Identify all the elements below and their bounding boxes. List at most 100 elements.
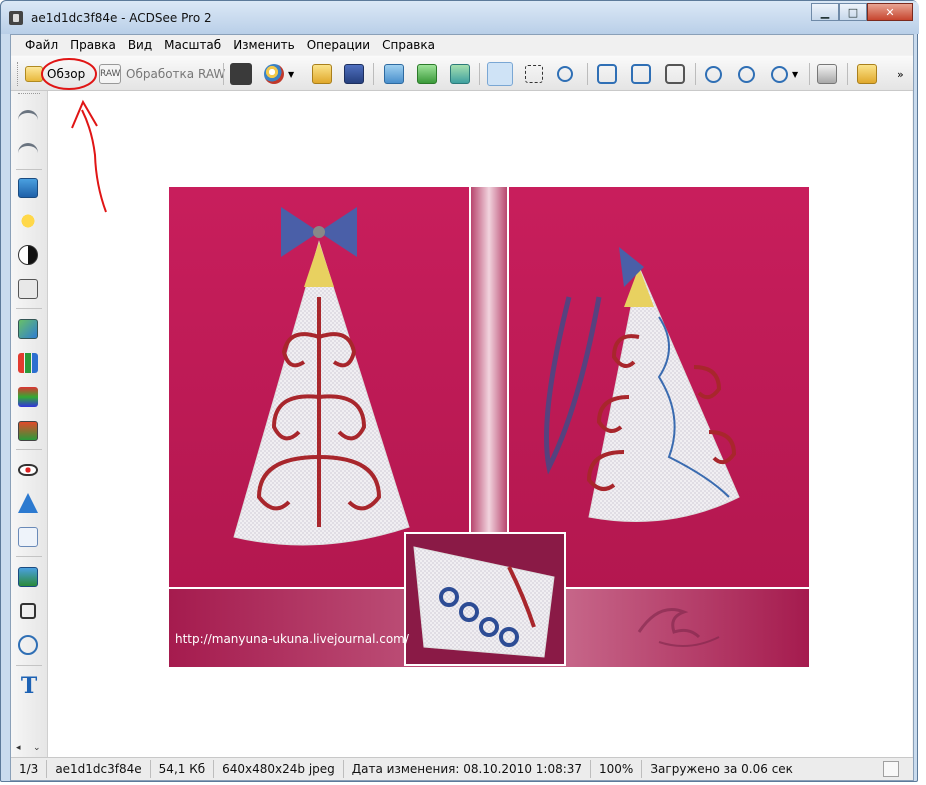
landscape-icon — [18, 319, 38, 339]
divider-strip — [471, 187, 507, 532]
sharpen-triangle-icon — [18, 493, 38, 513]
menu-edit[interactable]: Правка — [70, 38, 116, 52]
zoom-in-icon — [705, 65, 722, 83]
auto-advance-icon — [450, 64, 470, 84]
status-load-time: Загружено за 0.06 сек — [650, 762, 793, 776]
rotate-left-button[interactable] — [597, 62, 617, 86]
status-modified: Дата изменения: 08.10.2010 1:08:37 — [344, 760, 592, 778]
raw-processing-button[interactable]: RAW Обработка RAW — [99, 62, 225, 86]
raw-develop-icon — [230, 63, 252, 85]
color-balance-button[interactable] — [18, 319, 40, 341]
zoom-chevron-down-icon[interactable]: ▼ — [792, 70, 798, 79]
contrast-button[interactable] — [18, 245, 40, 267]
select-tool-button[interactable] — [525, 62, 543, 86]
rotate-right-button[interactable] — [631, 62, 651, 86]
zoom-in-button[interactable] — [705, 62, 722, 86]
flip-icon — [665, 64, 685, 84]
browse-folder-icon — [25, 66, 43, 82]
raw-processing-label: Обработка RAW — [126, 67, 226, 81]
raw-develop-button[interactable] — [230, 62, 252, 86]
gradient-icon — [18, 421, 38, 441]
menu-zoom[interactable]: Масштаб — [164, 38, 221, 52]
palette-icon — [264, 64, 284, 84]
pan-tool-button[interactable] — [487, 62, 513, 86]
menu-modify[interactable]: Изменить — [233, 38, 295, 52]
exposure-icon — [18, 178, 38, 198]
rotate-right-icon — [631, 64, 651, 84]
text-tool-icon: T — [20, 673, 38, 699]
previous-image-icon — [384, 64, 404, 84]
status-position: 1/3 — [11, 760, 48, 778]
app-window: ae1d1dc3f84e - ACDSee Pro 2 ▁ □ ✕ Файл П… — [0, 0, 919, 782]
app-icon[interactable] — [9, 11, 23, 25]
rotate-tool-button[interactable] — [18, 635, 40, 657]
zoom-out-button[interactable] — [738, 62, 755, 86]
hand-icon — [487, 62, 513, 86]
person-icon — [18, 279, 38, 299]
magnifier-icon — [557, 66, 573, 82]
next-image-icon — [417, 64, 437, 84]
menu-help[interactable]: Справка — [382, 38, 435, 52]
sharpen-button[interactable] — [18, 493, 40, 515]
minimize-button[interactable]: ▁ — [811, 3, 839, 21]
export-button[interactable] — [857, 62, 877, 86]
menu-tools[interactable]: Операции — [307, 38, 370, 52]
zoom-tool-button[interactable] — [557, 62, 573, 86]
maximize-button[interactable]: □ — [839, 3, 867, 21]
save-button[interactable] — [344, 62, 364, 86]
resize-grip[interactable] — [883, 761, 899, 777]
previous-image-button[interactable] — [384, 62, 404, 86]
open-button[interactable] — [312, 62, 332, 86]
open-folder-icon — [312, 64, 332, 84]
sidebar-expand-icon[interactable]: ⌄ — [33, 743, 41, 753]
raw-icon: RAW — [99, 64, 121, 84]
flip-button[interactable] — [665, 62, 685, 86]
zoom-level-icon — [771, 65, 788, 83]
lighting-button[interactable] — [18, 211, 40, 233]
zoom-menu-button[interactable]: ▼ — [771, 62, 798, 86]
text-tool-button[interactable]: T — [18, 675, 40, 697]
levels-button[interactable] — [18, 353, 40, 375]
close-button[interactable]: ✕ — [867, 3, 913, 21]
status-zoom: 100% — [591, 760, 643, 778]
printer-icon — [817, 64, 837, 84]
noise-button[interactable] — [18, 527, 40, 549]
browse-label: Обзор — [47, 67, 86, 81]
sidebar-scroll-left-icon[interactable]: ◂ — [16, 743, 21, 753]
status-dimensions: 640x480x24b jpeg — [214, 760, 344, 778]
undo-button[interactable] — [18, 106, 40, 128]
sun-icon — [18, 211, 38, 231]
crop-button[interactable] — [18, 601, 40, 623]
main-toolbar: Обзор RAW Обработка RAW ▼ ▼ » — [11, 56, 913, 91]
redo-button[interactable] — [18, 139, 40, 161]
gradient-button[interactable] — [18, 421, 40, 443]
print-button[interactable] — [817, 62, 837, 86]
effects-icon — [18, 567, 38, 587]
collage-image — [169, 187, 809, 667]
contrast-icon — [18, 245, 38, 265]
curves-button[interactable] — [18, 387, 40, 409]
browse-button[interactable]: Обзор — [25, 62, 85, 86]
photo-collage: http://manyuna-ukuna.livejournal.com/ — [169, 187, 809, 667]
zoom-out-icon — [738, 65, 755, 83]
watermark-url: http://manyuna-ukuna.livejournal.com/ — [175, 632, 409, 646]
crop-icon — [20, 603, 36, 619]
menu-file[interactable]: Файл — [25, 38, 58, 52]
next-image-button[interactable] — [417, 62, 437, 86]
portrait-button[interactable] — [18, 279, 40, 301]
window-title: ae1d1dc3f84e - ACDSee Pro 2 — [31, 11, 212, 25]
rotate-hand-icon — [18, 635, 38, 655]
edit-mode-button[interactable]: ▼ — [264, 62, 294, 86]
toolbar-overflow-button[interactable]: » — [897, 62, 904, 86]
title-bar[interactable]: ae1d1dc3f84e - ACDSee Pro 2 ▁ □ ✕ — [1, 1, 919, 34]
curves-icon — [18, 387, 38, 407]
exposure-button[interactable] — [18, 178, 40, 200]
status-filesize: 54,1 Кб — [151, 760, 215, 778]
menu-view[interactable]: Вид — [128, 38, 152, 52]
chevron-down-icon[interactable]: ▼ — [288, 70, 294, 79]
status-bar: 1/3 ae1d1dc3f84e 54,1 Кб 640x480x24b jpe… — [11, 757, 913, 780]
effects-button[interactable] — [18, 567, 40, 589]
red-eye-button[interactable] — [18, 459, 40, 481]
image-viewer[interactable]: http://manyuna-ukuna.livejournal.com/ — [48, 91, 912, 757]
auto-advance-button[interactable] — [450, 62, 470, 86]
